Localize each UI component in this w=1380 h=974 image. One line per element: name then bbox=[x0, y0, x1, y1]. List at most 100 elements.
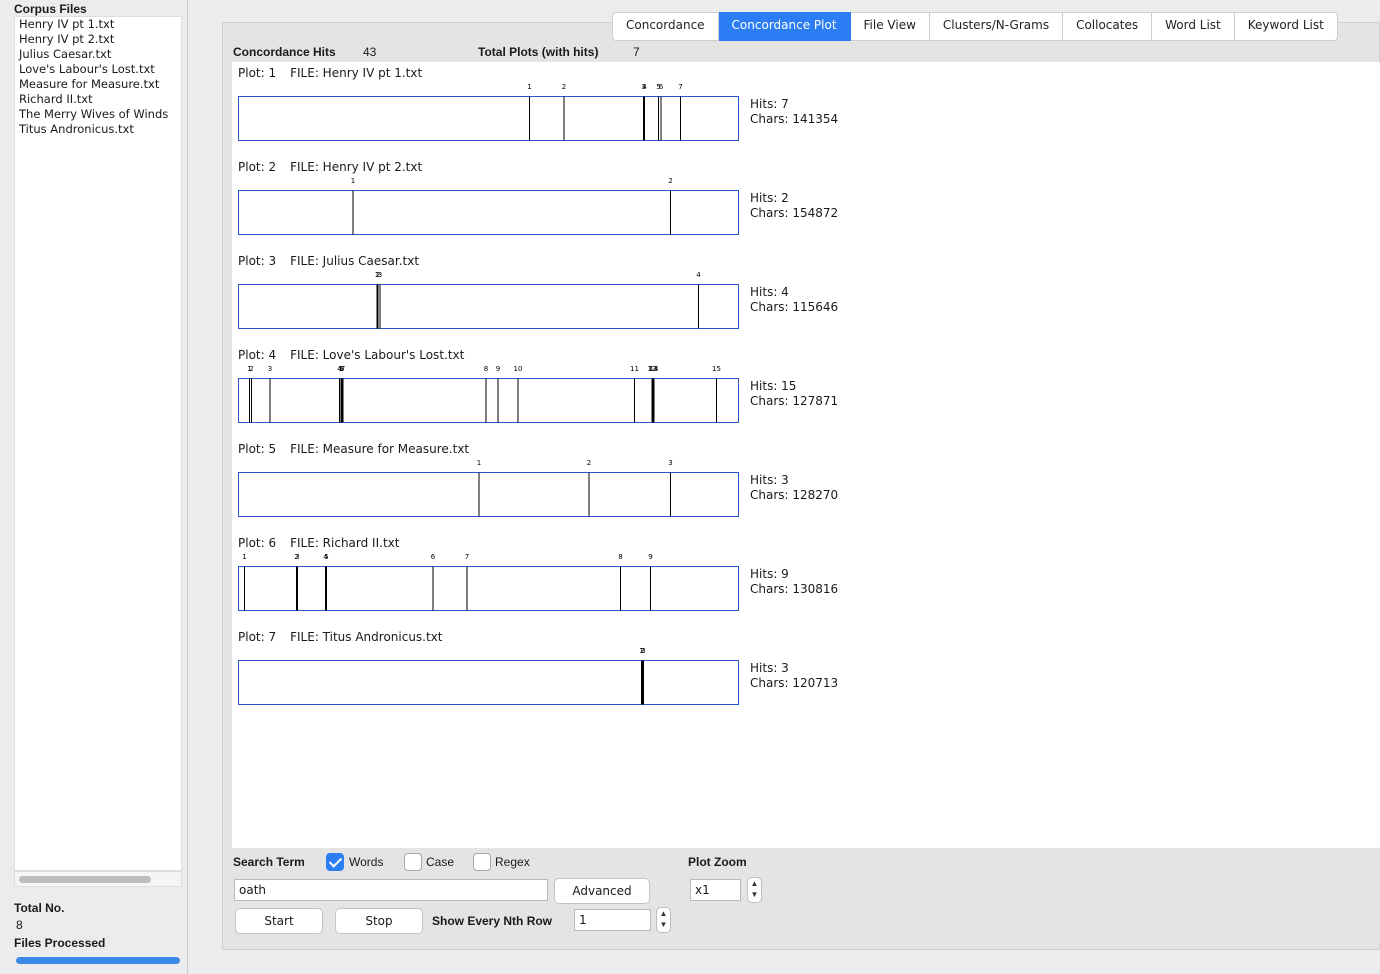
hit-number-label: 7 bbox=[465, 553, 469, 561]
files-processed-label: Files Processed bbox=[14, 936, 106, 950]
plot-chars: Chars: 130816 bbox=[750, 582, 839, 596]
words-label: Words bbox=[349, 855, 384, 869]
tab-concordance[interactable]: Concordance bbox=[612, 12, 719, 41]
hit-number-label: 1 bbox=[242, 553, 246, 561]
corpus-sidebar: Corpus Files Henry IV pt 1.txt Henry IV p… bbox=[0, 0, 188, 974]
plot-bar-chart[interactable]: 12 bbox=[232, 156, 752, 246]
start-button[interactable]: Start bbox=[235, 908, 323, 934]
plot-bar-chart[interactable]: 123 4 bbox=[232, 250, 752, 340]
progress-fill bbox=[16, 957, 180, 964]
plot-info: Hits: 4 Chars: 115646 bbox=[750, 285, 838, 315]
concordance-hits-value: 43 bbox=[363, 45, 377, 59]
plot-chars: Chars: 128270 bbox=[750, 488, 839, 502]
total-files-label: Total No. bbox=[14, 901, 65, 915]
plot-block: Plot: 2 FILE: Henry IV pt 2.txt 1 2 Hits: 2C… bbox=[232, 156, 1380, 250]
plot-frame bbox=[238, 284, 739, 329]
nth-row-input[interactable]: 1 bbox=[574, 909, 651, 931]
regex-checkbox[interactable] bbox=[473, 853, 491, 871]
plot-info: Hits: 2 Chars: 154872 bbox=[750, 191, 838, 221]
tab-concordance-plot[interactable]: Concordance Plot bbox=[718, 12, 851, 41]
plot-info: Hits: 3 Chars: 128270 bbox=[750, 473, 838, 503]
plot-frame bbox=[238, 566, 739, 611]
tab-collocates[interactable]: Collocates bbox=[1063, 12, 1153, 41]
plot-chars: Chars: 141354 bbox=[750, 112, 839, 126]
plot-block: Plot: 5 FILE: Measure for Measure.txt 1 2 3 H… bbox=[232, 438, 1380, 532]
hit-number-label: 2 bbox=[587, 459, 591, 467]
corpus-file-item[interactable]: Measure for Measure.txt bbox=[15, 77, 181, 92]
stop-button[interactable]: Stop bbox=[335, 908, 423, 934]
hit-number-label: 5 bbox=[324, 553, 328, 561]
plot-frame bbox=[238, 472, 739, 517]
plot-zoom-stepper[interactable]: ▲ ▼ bbox=[747, 877, 762, 903]
corpus-file-item[interactable]: Richard II.txt bbox=[15, 92, 181, 107]
search-controls: Search Term Words Case Regex Plot Zoom o… bbox=[232, 848, 1380, 944]
concordance-hits-label: Concordance Hits bbox=[233, 45, 336, 59]
search-term-input[interactable]: oath bbox=[234, 879, 548, 901]
hit-number-label: 3 bbox=[668, 459, 672, 467]
hit-number-label: 3 bbox=[378, 271, 382, 279]
plot-info: Hits: 15 Chars: 127871 bbox=[750, 379, 838, 409]
nth-row-label: Show Every Nth Row bbox=[432, 914, 553, 928]
plot-block: Plot: 7 FILE: Titus Andronicus.txt 1 2 3 Hits… bbox=[232, 626, 1380, 720]
tab-word-list[interactable]: Word List bbox=[1152, 12, 1235, 41]
plot-chars: Chars: 115646 bbox=[750, 300, 839, 314]
plot-chars: Chars: 120713 bbox=[750, 676, 839, 690]
corpus-file-item[interactable]: Henry IV pt 2.txt bbox=[15, 32, 181, 47]
plot-hits: Hits: 4 bbox=[750, 285, 789, 299]
tab-file-view[interactable]: File View bbox=[850, 12, 930, 41]
hit-number-label: 3 bbox=[295, 553, 299, 561]
plot-frame bbox=[238, 660, 739, 705]
files-processed-progress-bar bbox=[16, 957, 180, 964]
tool-tabs: Concordance Concordance Plot File View Clus… bbox=[612, 12, 1338, 42]
case-label: Case bbox=[426, 855, 455, 869]
plot-frame bbox=[238, 378, 739, 423]
plot-hits: Hits: 7 bbox=[750, 97, 789, 111]
plot-frame bbox=[238, 96, 739, 141]
plot-bar-chart[interactable]: 1 2 34 56 7 bbox=[232, 62, 752, 152]
plot-bar-chart[interactable]: 123 bbox=[232, 626, 752, 716]
hit-number-label: 1 bbox=[351, 177, 355, 185]
total-plots-value: 7 bbox=[633, 45, 640, 59]
search-term-label: Search Term bbox=[233, 855, 305, 869]
plot-zoom-input[interactable]: x1 bbox=[690, 879, 741, 901]
hit-number-label: 9 bbox=[648, 553, 652, 561]
hit-number-label: 10 bbox=[514, 365, 523, 373]
hit-number-label: 8 bbox=[618, 553, 622, 561]
plot-info: Hits: 7 Chars: 141354 bbox=[750, 97, 838, 127]
corpus-file-item[interactable]: Henry IV pt 1.txt bbox=[15, 17, 181, 32]
tab-keyword-list[interactable]: Keyword List bbox=[1234, 12, 1338, 41]
corpus-list-horizontal-scrollbar[interactable] bbox=[14, 871, 182, 887]
plot-hits: Hits: 2 bbox=[750, 191, 789, 205]
plot-chars: Chars: 154872 bbox=[750, 206, 839, 220]
corpus-files-title: Corpus Files bbox=[14, 2, 87, 16]
nth-row-stepper[interactable]: ▲ ▼ bbox=[656, 907, 671, 933]
plot-bar-chart[interactable]: 123 bbox=[232, 438, 752, 528]
plot-info: Hits: 9 Chars: 130816 bbox=[750, 567, 838, 597]
plot-bar-chart[interactable]: 1 23 45 6 7 8 9 bbox=[232, 532, 752, 622]
corpus-file-list[interactable]: Henry IV pt 1.txt Henry IV pt 2.txt Julius… bbox=[14, 16, 182, 871]
plot-info: Hits: 3 Chars: 120713 bbox=[750, 661, 838, 691]
words-checkbox[interactable] bbox=[326, 853, 344, 871]
plot-chars: Chars: 127871 bbox=[750, 394, 839, 408]
advanced-button[interactable]: Advanced bbox=[554, 878, 650, 904]
hit-number-label: 7 bbox=[341, 365, 345, 373]
case-checkbox[interactable] bbox=[404, 853, 422, 871]
plot-hits: Hits: 3 bbox=[750, 473, 789, 487]
tab-clusters-n-grams[interactable]: Clusters/N-Grams bbox=[929, 12, 1064, 41]
corpus-file-item[interactable]: The Merry Wives of Winds bbox=[15, 107, 181, 122]
plot-hits: Hits: 3 bbox=[750, 661, 789, 675]
concordance-plot-area[interactable]: Plot: 1 FILE: Henry IV pt 1.txt 1 2 3 4 5 6 7 Hit… bbox=[232, 62, 1380, 848]
hit-number-label: 8 bbox=[484, 365, 488, 373]
corpus-file-item[interactable]: Julius Caesar.txt bbox=[15, 47, 181, 62]
scrollbar-thumb[interactable] bbox=[19, 876, 151, 883]
corpus-file-item[interactable]: Titus Andronicus.txt bbox=[15, 122, 181, 137]
plot-zoom-label: Plot Zoom bbox=[688, 855, 747, 869]
plot-bar-chart[interactable]: 12 3 4567 8 9 10 11 121314 15 bbox=[232, 344, 752, 434]
hit-number-label: 11 bbox=[630, 365, 639, 373]
hit-number-label: 2 bbox=[668, 177, 672, 185]
hit-number-label: 6 bbox=[659, 83, 664, 91]
plot-block: Plot: 6 FILE: Richard II.txt 1 2 3 4 5 6 7 8 9 Hits… bbox=[232, 532, 1380, 626]
plot-hits: Hits: 15 bbox=[750, 379, 797, 393]
corpus-file-item[interactable]: Love's Labour's Lost.txt bbox=[15, 62, 181, 77]
plot-block: Plot: 1 FILE: Henry IV pt 1.txt 1 2 3 4 5 6 7 Hit… bbox=[232, 62, 1380, 156]
